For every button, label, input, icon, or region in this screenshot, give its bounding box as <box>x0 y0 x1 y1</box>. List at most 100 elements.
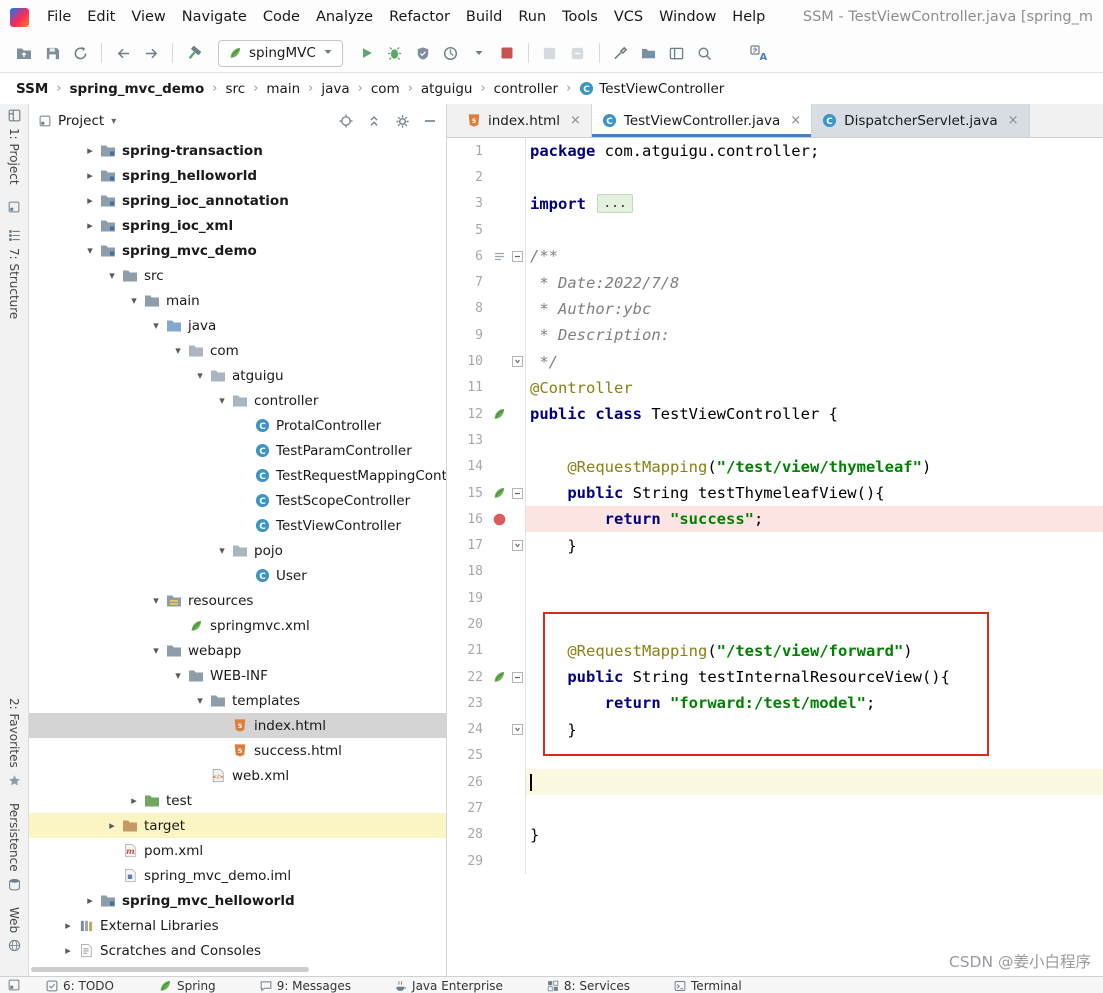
tree-item[interactable]: ▾ templates <box>29 688 446 713</box>
close-icon[interactable]: × <box>790 113 801 128</box>
menu-navigate[interactable]: Navigate <box>174 9 255 25</box>
chevron-collapsed-icon[interactable]: ▸ <box>81 169 99 182</box>
tree-item[interactable]: ▾ resources <box>29 588 446 613</box>
tree-item[interactable]: 5 success.html <box>29 738 446 763</box>
code-text[interactable]: } <box>526 717 1103 743</box>
editor-line[interactable]: 10 */ <box>447 348 1103 375</box>
menu-tools[interactable]: Tools <box>554 9 606 25</box>
tree-item[interactable]: ▾ java <box>29 313 446 338</box>
code-text[interactable]: @RequestMapping("/test/view/thymeleaf") <box>526 454 1103 480</box>
chevron-collapsed-icon[interactable]: ▸ <box>103 819 121 832</box>
breadcrumb-item[interactable]: atguigu <box>419 81 475 97</box>
code-text[interactable] <box>526 848 1103 874</box>
code-text[interactable]: * Date:2022/7/8 <box>526 269 1103 295</box>
translate-button[interactable]: A <box>745 40 773 66</box>
code-text[interactable]: return "success"; <box>526 506 1103 533</box>
tree-item[interactable]: ▸ test <box>29 788 446 813</box>
tree-item[interactable]: C TestParamController <box>29 438 446 463</box>
tree-item[interactable]: ▸ target <box>29 813 446 838</box>
chevron-collapsed-icon[interactable]: ▸ <box>81 219 99 232</box>
fold-marker-icon[interactable] <box>509 716 526 743</box>
editor-line[interactable]: 25 <box>447 742 1103 770</box>
code-text[interactable]: package com.atguigu.controller; <box>526 138 1103 164</box>
menu-build[interactable]: Build <box>458 9 510 25</box>
editor-tab[interactable]: 5 index.html × <box>457 104 592 137</box>
editor-line[interactable]: 2 <box>447 164 1103 191</box>
tree-item[interactable]: C TestScopeController <box>29 488 446 513</box>
tree-item[interactable]: m pom.xml <box>29 838 446 863</box>
breadcrumb-item[interactable]: com <box>369 81 402 97</box>
save-button[interactable] <box>38 40 66 66</box>
breadcrumb-item[interactable]: controller <box>492 81 560 97</box>
tree-item[interactable]: ▸ spring_ioc_xml <box>29 213 446 238</box>
code-text[interactable] <box>526 769 1103 796</box>
tree-item[interactable]: C TestViewController <box>29 513 446 538</box>
editor-tab[interactable]: C DispatcherServlet.java × <box>812 104 1030 137</box>
stripe-persistence[interactable]: Persistence <box>7 803 21 891</box>
tree-item[interactable]: ▾ WEB-INF <box>29 663 446 688</box>
tree-item[interactable]: ▾ webapp <box>29 638 446 663</box>
tree-item[interactable]: springmvc.xml <box>29 613 446 638</box>
editor-line[interactable]: 15 public String testThymeleafView(){ <box>447 479 1103 507</box>
editor-body[interactable]: 1 package com.atguigu.controller; 2 3 import… <box>447 138 1103 976</box>
breadcrumb-item[interactable]: SSM <box>14 81 50 97</box>
editor-line[interactable]: 20 <box>447 611 1103 638</box>
editor-line[interactable]: 5 <box>447 216 1103 244</box>
tree-item[interactable]: ▾ main <box>29 288 446 313</box>
code-text[interactable]: @RequestMapping("/test/view/forward") <box>526 638 1103 664</box>
code-text[interactable] <box>526 611 1103 637</box>
build-button[interactable] <box>180 40 208 66</box>
editor-line[interactable]: 11 @Controller <box>447 374 1103 401</box>
tree-item[interactable]: ▸ Scratches and Consoles <box>29 938 446 963</box>
tree-item[interactable]: ▸ spring_mvc_helloworld <box>29 888 446 913</box>
search-button[interactable] <box>691 40 719 66</box>
chevron-expanded-icon[interactable]: ▾ <box>191 369 209 382</box>
editor-line[interactable]: 1 package com.atguigu.controller; <box>447 138 1103 165</box>
code-text[interactable]: public String testInternalResourceView()… <box>526 664 1103 690</box>
chevron-expanded-icon[interactable]: ▾ <box>169 344 187 357</box>
spring-bean-icon[interactable] <box>489 670 509 684</box>
menu-window[interactable]: Window <box>651 9 724 25</box>
open-button[interactable] <box>10 40 38 66</box>
fold-marker-icon[interactable] <box>509 348 526 375</box>
tree-item[interactable]: 5 index.html <box>29 713 446 738</box>
editor-line[interactable]: 19 <box>447 585 1103 612</box>
chevron-expanded-icon[interactable]: ▾ <box>103 269 121 282</box>
statusbar-9-messages[interactable]: 9: Messages <box>260 979 351 993</box>
code-text[interactable]: import ... <box>526 191 1103 217</box>
statusbar-java-enterprise[interactable]: Java Enterprise <box>395 979 503 993</box>
editor-line[interactable]: 18 <box>447 558 1103 586</box>
chevron-expanded-icon[interactable]: ▾ <box>147 594 165 607</box>
tree-item[interactable]: </> web.xml <box>29 763 446 788</box>
code-text[interactable]: public String testThymeleafView(){ <box>526 480 1103 506</box>
fold-marker-icon[interactable] <box>509 243 526 270</box>
tree-item[interactable]: C ProtalController <box>29 413 446 438</box>
back-button[interactable] <box>109 40 137 66</box>
spring-bean-icon[interactable] <box>489 486 509 500</box>
code-text[interactable] <box>526 585 1103 611</box>
fold-marker-icon[interactable] <box>509 663 526 691</box>
chevron-collapsed-icon[interactable]: ▸ <box>81 894 99 907</box>
breadcrumb-item[interactable]: java <box>319 81 351 97</box>
tree-item[interactable]: ▸ spring-transaction <box>29 138 446 163</box>
editor-line[interactable]: 8 * Author:ybc <box>447 295 1103 323</box>
menu-view[interactable]: View <box>123 9 173 25</box>
editor-line[interactable]: 29 <box>447 848 1103 875</box>
tree-item[interactable]: ▾ pojo <box>29 538 446 563</box>
breadcrumb-item[interactable]: main <box>264 81 302 97</box>
stripe-1-project[interactable]: 1: Project <box>7 109 21 185</box>
statusbar-spring[interactable]: Spring <box>158 979 216 993</box>
chevron-expanded-icon[interactable]: ▾ <box>213 394 231 407</box>
code-text[interactable] <box>526 795 1103 821</box>
tree-item[interactable]: spring_mvc_demo.iml <box>29 863 446 888</box>
grayed-2-button[interactable] <box>564 40 592 66</box>
menu-analyze[interactable]: Analyze <box>308 9 381 25</box>
tree-item[interactable]: ▾ src <box>29 263 446 288</box>
chevron-down-button[interactable] <box>465 40 493 66</box>
fold-marker-icon[interactable] <box>509 479 526 507</box>
code-text[interactable] <box>526 427 1103 453</box>
editor-line[interactable]: 12 public class TestViewController { <box>447 400 1103 428</box>
editor-line[interactable]: 7 * Date:2022/7/8 <box>447 269 1103 296</box>
stripe-window-mini[interactable] <box>8 201 20 213</box>
breadcrumb-item[interactable]: C TestViewController <box>577 81 726 97</box>
